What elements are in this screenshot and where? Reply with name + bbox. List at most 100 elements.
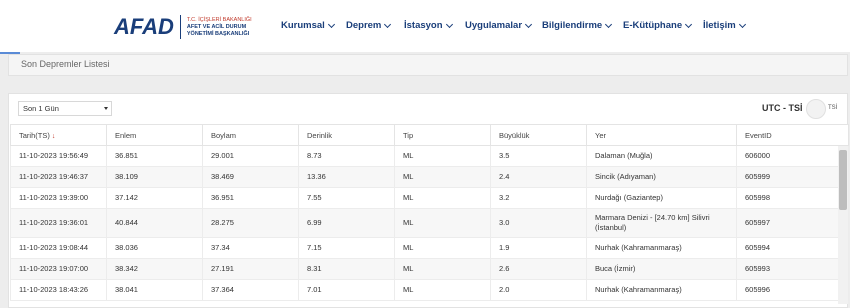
cell-magnitude: 2.4 [490,166,587,188]
table-row[interactable]: 11-10-2023 19:56:49 36.851 29.001 8.73 M… [10,145,849,167]
cell-depth: 8.73 [298,145,395,167]
nav-item-bilgilendirme[interactable]: Bilgilendirme [542,20,613,31]
cell-location: Nurdağı (Gaziantep) [586,187,737,209]
chevron-down-icon [327,20,335,28]
chevron-down-icon [445,20,453,28]
cell-location: Dalaman (Muğla) [586,145,737,167]
table-row[interactable]: 11-10-2023 19:36:01 40.844 28.275 6.99 M… [10,208,849,238]
earthquake-table: Tarih(TS) ↓ Enlem Boylam Derinlik Tip Büy… [10,124,849,301]
cell-date: 11-10-2023 19:56:49 [10,145,107,167]
section-header: Son Depremler Listesi [8,54,848,76]
cell-magnitude: 1.9 [490,237,587,259]
header-label: Tarih(TS) [19,130,50,140]
chevron-down-icon [384,20,392,28]
cell-depth: 7.01 [298,279,395,301]
cell-depth: 13.36 [298,166,395,188]
utc-tsi-label: UTC - TSİ [762,103,803,113]
table-row[interactable]: 11-10-2023 19:08:44 38.036 37.34 7.15 ML… [10,237,849,259]
col-header-boylam[interactable]: Boylam [202,124,299,146]
chevron-down-icon [738,20,746,28]
cell-event-id: 605994 [736,237,849,259]
cell-location: Sincik (Adıyaman) [586,166,737,188]
col-header-yer[interactable]: Yer [586,124,737,146]
chevron-down-icon [605,20,613,28]
time-range-select[interactable]: Son 1 Gün [18,101,112,116]
cell-date: 11-10-2023 19:46:37 [10,166,107,188]
cell-type: ML [394,145,491,167]
cell-event-id: 606000 [736,145,849,167]
nav-item-iletisim[interactable]: İletişim [703,20,746,31]
cell-longitude: 37.34 [202,237,299,259]
table-row[interactable]: 11-10-2023 19:39:00 37.142 36.951 7.55 M… [10,187,849,209]
logo-sub-line-2: AFET VE ACİL DURUM [186,23,247,30]
sort-desc-icon: ↓ [51,132,56,140]
section-title: Son Depremler Listesi [21,59,110,69]
nav-label: İletişim [703,20,736,31]
time-range-value: Son 1 Gün [23,104,59,113]
cell-depth: 8.31 [298,258,395,280]
col-header-eventid[interactable]: EventID [736,124,849,146]
cell-type: ML [394,166,491,188]
cell-latitude: 38.342 [106,258,203,280]
table-header-row: Tarih(TS) ↓ Enlem Boylam Derinlik Tip Büy… [10,124,849,146]
nav-item-kurumsal[interactable]: Kurumsal [281,20,335,31]
cell-type: ML [394,187,491,209]
cell-date: 11-10-2023 18:43:26 [10,279,107,301]
scrollbar-thumb[interactable] [839,150,847,210]
col-header-tip[interactable]: Tip [394,124,491,146]
cell-location: Buca (İzmir) [586,258,737,280]
cell-longitude: 29.001 [202,145,299,167]
nav-label: E-Kütüphane [623,20,683,31]
cell-event-id: 605993 [736,258,849,280]
table-row[interactable]: 11-10-2023 19:07:00 38.342 27.191 8.31 M… [10,258,849,280]
nav-label: Uygulamalar [465,20,523,31]
col-header-enlem[interactable]: Enlem [106,124,203,146]
cell-latitude: 38.041 [106,279,203,301]
cell-event-id: 605997 [736,208,849,238]
cell-longitude: 37.364 [202,279,299,301]
logo-subtitle: T.C. İÇİŞLERİ BAKANLIĞI AFET VE ACİL DUR… [187,17,252,38]
col-header-derinlik[interactable]: Derinlik [298,124,395,146]
cell-type: ML [394,279,491,301]
cell-latitude: 40.844 [106,208,203,238]
cell-event-id: 605996 [736,279,849,301]
cell-depth: 6.99 [298,208,395,238]
utc-tsi-toggle[interactable] [806,99,826,119]
afad-logo[interactable]: AFAD T.C. İÇİŞLERİ BAKANLIĞI AFET VE ACİ… [114,14,252,40]
cell-location: Marmara Denizi - [24.70 km] Silivri (İst… [586,208,737,238]
cell-magnitude: 3.5 [490,145,587,167]
nav-label: Kurumsal [281,20,325,31]
nav-item-uygulamalar[interactable]: Uygulamalar [465,20,533,31]
nav-item-deprem[interactable]: Deprem [346,20,392,31]
chevron-down-icon [524,20,533,28]
cell-longitude: 38.469 [202,166,299,188]
cell-longitude: 28.275 [202,208,299,238]
table-row[interactable]: 11-10-2023 19:46:37 38.109 38.469 13.36 … [10,166,849,188]
cell-type: ML [394,258,491,280]
caret-down-icon [104,107,108,110]
site-header: AFAD T.C. İÇİŞLERİ BAKANLIĞI AFET VE ACİ… [0,0,850,52]
cell-depth: 7.55 [298,187,395,209]
col-header-tarih[interactable]: Tarih(TS) ↓ [10,124,107,146]
cell-event-id: 605999 [736,166,849,188]
cell-longitude: 36.951 [202,187,299,209]
logo-wordmark: AFAD [114,14,174,39]
cell-date: 11-10-2023 19:39:00 [10,187,107,209]
cell-latitude: 36.851 [106,145,203,167]
logo-divider [179,15,181,39]
cell-location: Nurhak (Kahramanmaraş) [586,237,737,259]
cell-latitude: 37.142 [106,187,203,209]
nav-item-e-kutuphane[interactable]: E-Kütüphane [623,20,693,31]
toggle-label: TSİ [828,105,838,111]
nav-label: İstasyon [404,20,443,31]
logo-sub-line-1: T.C. İÇİŞLERİ BAKANLIĞI [186,16,252,23]
table-row[interactable]: 11-10-2023 18:43:26 38.041 37.364 7.01 M… [10,279,849,301]
cell-magnitude: 3.0 [490,208,587,238]
col-header-buyukluk[interactable]: Büyüklük [490,124,587,146]
nav-item-istasyon[interactable]: İstasyon [404,20,453,31]
cell-location: Nurhak (Kahramanmaraş) [586,279,737,301]
cell-type: ML [394,237,491,259]
cell-latitude: 38.036 [106,237,203,259]
nav-label: Bilgilendirme [542,20,603,31]
cell-event-id: 605998 [736,187,849,209]
